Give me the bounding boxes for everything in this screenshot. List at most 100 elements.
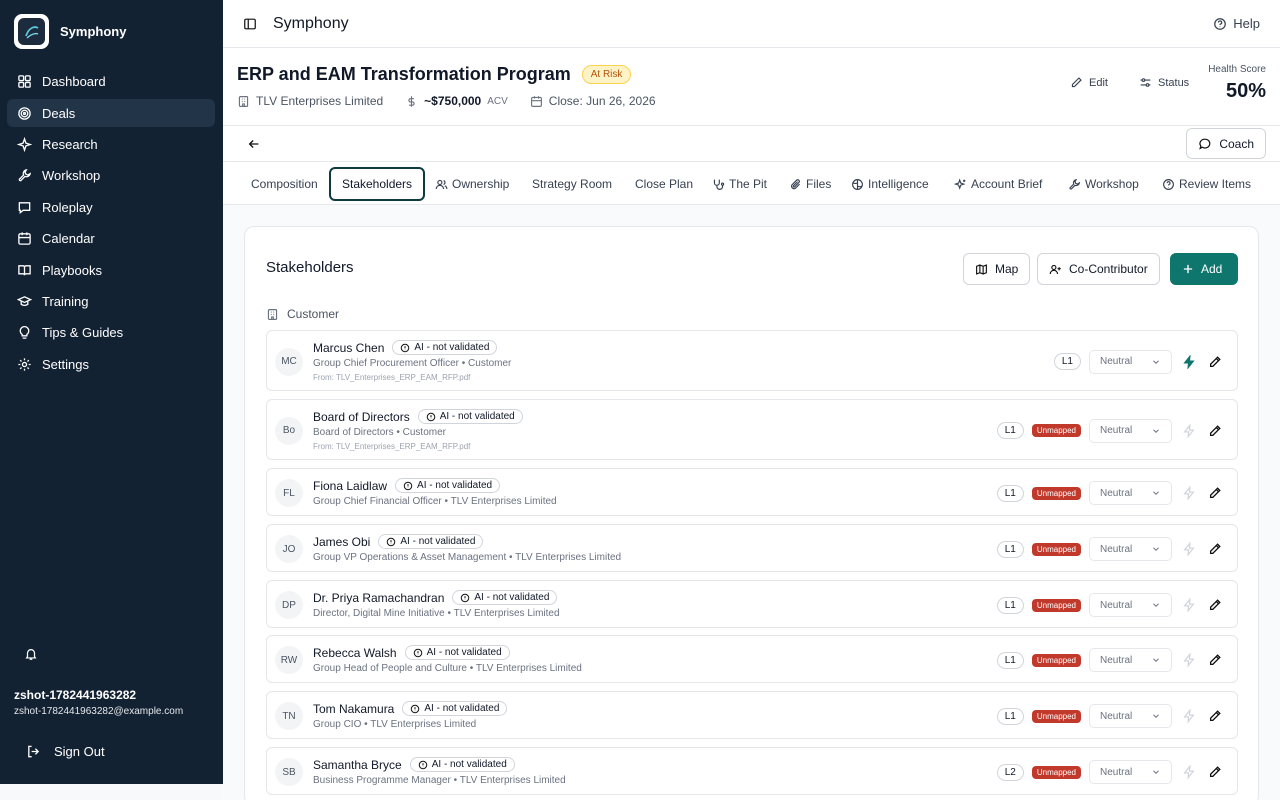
stakeholder-row[interactable]: SB Samantha Bryce AI - not validated Busine… xyxy=(266,747,1238,795)
stance-select[interactable]: Neutral xyxy=(1089,481,1172,505)
sidebar-item-tips[interactable]: Tips & Guides xyxy=(7,319,215,347)
app-logo-row[interactable]: Symphony xyxy=(14,14,126,49)
pencil-icon[interactable] xyxy=(1206,424,1224,438)
tab-close-plan[interactable]: Close Plan xyxy=(635,167,693,201)
stakeholder-name[interactable]: Board of Directors xyxy=(313,410,410,424)
stakeholder-row[interactable]: Bo Board of Directors AI - not validated Bo… xyxy=(266,399,1238,460)
stakeholder-row[interactable]: FL Fiona Laidlaw AI - not validated Group C… xyxy=(266,468,1238,516)
unmapped-badge: Unmapped xyxy=(1031,424,1081,437)
sparkles-icon xyxy=(954,177,967,191)
tab-label: Account Brief xyxy=(971,177,1043,191)
avatar: MC xyxy=(275,347,303,376)
deal-header: ERP and EAM Transformation Program At Ri… xyxy=(223,48,1280,126)
stakeholder-row[interactable]: TN Tom Nakamura AI - not validated Group CI… xyxy=(266,691,1238,739)
bolt-icon[interactable] xyxy=(1180,486,1198,500)
bolt-icon[interactable] xyxy=(1180,423,1198,438)
status-label: Status xyxy=(1158,76,1190,89)
sidebar-item-playbooks[interactable]: Playbooks xyxy=(7,256,215,284)
chat-icon xyxy=(17,200,32,215)
help-icon xyxy=(1213,17,1227,31)
pencil-icon[interactable] xyxy=(1206,598,1224,612)
tab-stakeholders[interactable]: Stakeholders xyxy=(329,167,426,201)
tab-strategy-room[interactable]: Strategy Room xyxy=(532,167,612,201)
bolt-icon[interactable] xyxy=(1180,354,1198,369)
sidebar-item-training[interactable]: Training xyxy=(7,288,215,316)
add-stakeholder-button[interactable]: Add xyxy=(1170,253,1238,285)
co-contributor-button[interactable]: Co-Contributor xyxy=(1037,253,1160,285)
tab-files[interactable]: Files xyxy=(789,167,831,201)
tab-intelligence[interactable]: Intelligence xyxy=(851,167,929,201)
tab-ownership[interactable]: Ownership xyxy=(435,167,509,201)
stakeholder-name-row: Fiona Laidlaw AI - not validated xyxy=(313,478,501,493)
sign-out-button[interactable]: Sign Out xyxy=(26,744,105,759)
map-button[interactable]: Map xyxy=(963,253,1031,285)
pencil-icon[interactable] xyxy=(1206,486,1224,500)
stance-select[interactable]: Neutral xyxy=(1089,760,1172,784)
alert-circle-icon xyxy=(461,593,470,602)
help-button[interactable]: Help xyxy=(1213,16,1260,31)
stakeholder-name[interactable]: Tom Nakamura xyxy=(313,702,394,716)
page-title: Symphony xyxy=(273,14,349,32)
sidebar-item-workshop[interactable]: Workshop xyxy=(7,162,215,190)
alert-circle-icon xyxy=(413,648,422,657)
back-arrow-icon[interactable] xyxy=(247,137,261,151)
stance-select[interactable]: Neutral xyxy=(1089,648,1172,672)
row-tools: L1 Unmapped Neutral xyxy=(996,593,1224,617)
bolt-icon[interactable] xyxy=(1180,709,1198,723)
pencil-icon[interactable] xyxy=(1206,765,1224,779)
sidebar-item-deals[interactable]: Deals xyxy=(7,99,215,127)
stakeholder-role: Group Chief Procurement Officer • Custom… xyxy=(313,358,512,369)
sidebar-item-calendar[interactable]: Calendar xyxy=(7,225,215,253)
avatar: TN xyxy=(275,702,303,730)
tab-workshop[interactable]: Workshop xyxy=(1068,167,1139,201)
avatar: SB xyxy=(275,758,303,786)
sidebar-item-settings[interactable]: Settings xyxy=(7,351,215,379)
pencil-icon[interactable] xyxy=(1206,709,1224,723)
stakeholder-row[interactable]: JO James Obi AI - not validated Group VP Op… xyxy=(266,524,1238,572)
pencil-icon[interactable] xyxy=(1206,542,1224,556)
sidebar-item-research[interactable]: Research xyxy=(7,131,215,159)
stakeholder-name[interactable]: Marcus Chen xyxy=(313,341,384,355)
tab-the-pit[interactable]: The Pit xyxy=(712,167,767,201)
bolt-icon[interactable] xyxy=(1180,542,1198,556)
coach-button[interactable]: Coach xyxy=(1186,128,1266,159)
stakeholder-row[interactable]: RW Rebecca Walsh AI - not validated Group H… xyxy=(266,635,1238,683)
bolt-icon[interactable] xyxy=(1180,653,1198,667)
building-icon xyxy=(266,308,279,321)
add-label: Add xyxy=(1201,262,1223,276)
sidebar-item-roleplay[interactable]: Roleplay xyxy=(7,194,215,222)
bolt-icon[interactable] xyxy=(1180,765,1198,779)
stance-select[interactable]: Neutral xyxy=(1089,349,1172,374)
close-date: Close: Jun 26, 2026 xyxy=(548,94,656,108)
sidebar-toggle-icon[interactable] xyxy=(243,17,257,31)
sidebar-item-label: Training xyxy=(42,293,89,309)
stakeholder-name[interactable]: James Obi xyxy=(313,535,370,549)
bolt-icon[interactable] xyxy=(1180,598,1198,612)
stance-select[interactable]: Neutral xyxy=(1089,593,1172,617)
stance-select[interactable]: Neutral xyxy=(1089,537,1172,561)
grid-icon xyxy=(17,74,32,89)
bell-icon[interactable] xyxy=(24,647,38,661)
pencil-icon[interactable] xyxy=(1206,653,1224,667)
tab-label: Ownership xyxy=(452,177,510,191)
stakeholder-name[interactable]: Dr. Priya Ramachandran xyxy=(313,591,444,605)
sidebar-item-label: Settings xyxy=(42,356,89,372)
stance-select[interactable]: Neutral xyxy=(1089,418,1172,443)
unmapped-badge: Unmapped xyxy=(1031,598,1081,612)
tab-review-items[interactable]: Review Items xyxy=(1162,167,1251,201)
stakeholder-name[interactable]: Rebecca Walsh xyxy=(313,646,397,660)
pencil-icon[interactable] xyxy=(1206,355,1224,369)
stakeholders-card: Stakeholders Map Co-Contributor Add Cust… xyxy=(244,226,1259,800)
stakeholder-row[interactable]: DP Dr. Priya Ramachandran AI - not validat… xyxy=(266,580,1238,628)
stakeholder-name[interactable]: Samantha Bryce xyxy=(313,758,402,772)
stakeholder-name[interactable]: Fiona Laidlaw xyxy=(313,479,387,493)
avatar: FL xyxy=(275,479,303,507)
sidebar-item-dashboard[interactable]: Dashboard xyxy=(7,68,215,96)
status-button[interactable]: Status xyxy=(1139,76,1189,89)
tab-composition[interactable]: Composition xyxy=(251,167,318,201)
tab-account-brief[interactable]: Account Brief xyxy=(954,167,1042,201)
stance-select[interactable]: Neutral xyxy=(1089,704,1172,728)
stakeholder-row[interactable]: MC Marcus Chen AI - not validated Group Chi… xyxy=(266,330,1238,391)
health-score-label: Health Score xyxy=(1208,64,1266,75)
edit-button[interactable]: Edit xyxy=(1070,76,1108,89)
